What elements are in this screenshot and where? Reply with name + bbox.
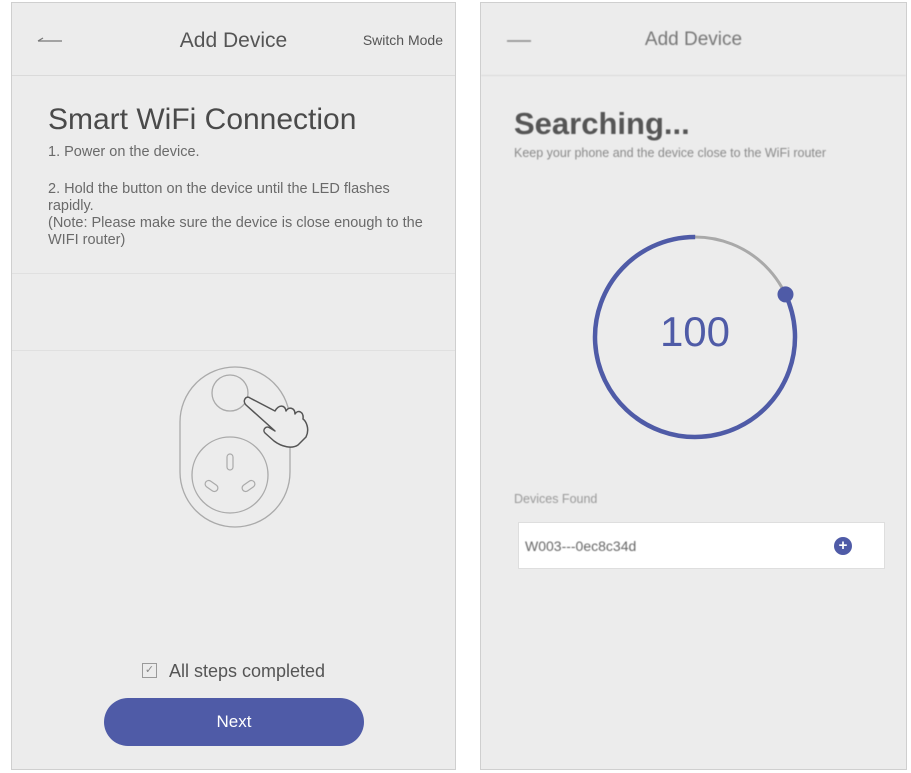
checkbox-icon[interactable]: ✓ <box>141 662 157 678</box>
header: Add Device Switch Mode <box>12 3 455 76</box>
page-title: Add Device <box>644 29 743 50</box>
searching-title: Searching... <box>514 106 690 141</box>
header: Add Device <box>481 3 906 76</box>
devices-found-label: Devices Found <box>514 492 598 506</box>
progress-knob <box>777 286 794 303</box>
all-steps-completed-row[interactable]: ✓ All steps completed <box>12 661 455 682</box>
smart-plug-illustration <box>179 366 309 528</box>
checkbox-label: All steps completed <box>168 661 326 681</box>
step-1-text: 1. Power on the device. <box>48 144 200 160</box>
step-2-text: 2. Hold the button on the device until t… <box>48 181 423 248</box>
add-device-plus-icon[interactable]: + <box>834 537 852 555</box>
next-button[interactable]: Next <box>104 698 364 746</box>
device-name: W003---0ec8c34d <box>525 538 637 554</box>
smart-wifi-connection-screen: Add Device Switch Mode Smart WiFi Connec… <box>11 2 456 770</box>
device-list-item[interactable]: W003---0ec8c34d + <box>518 522 885 569</box>
hand-pointer-icon <box>243 396 309 448</box>
searching-screen: Add Device Searching... Keep your phone … <box>480 2 907 770</box>
searching-subtitle: Keep your phone and the device close to … <box>514 146 826 160</box>
connection-title: Smart WiFi Connection <box>48 103 357 136</box>
switch-mode-button[interactable]: Switch Mode <box>363 32 443 48</box>
progress-count: 100 <box>659 308 731 355</box>
divider <box>12 273 455 274</box>
divider <box>12 350 455 351</box>
